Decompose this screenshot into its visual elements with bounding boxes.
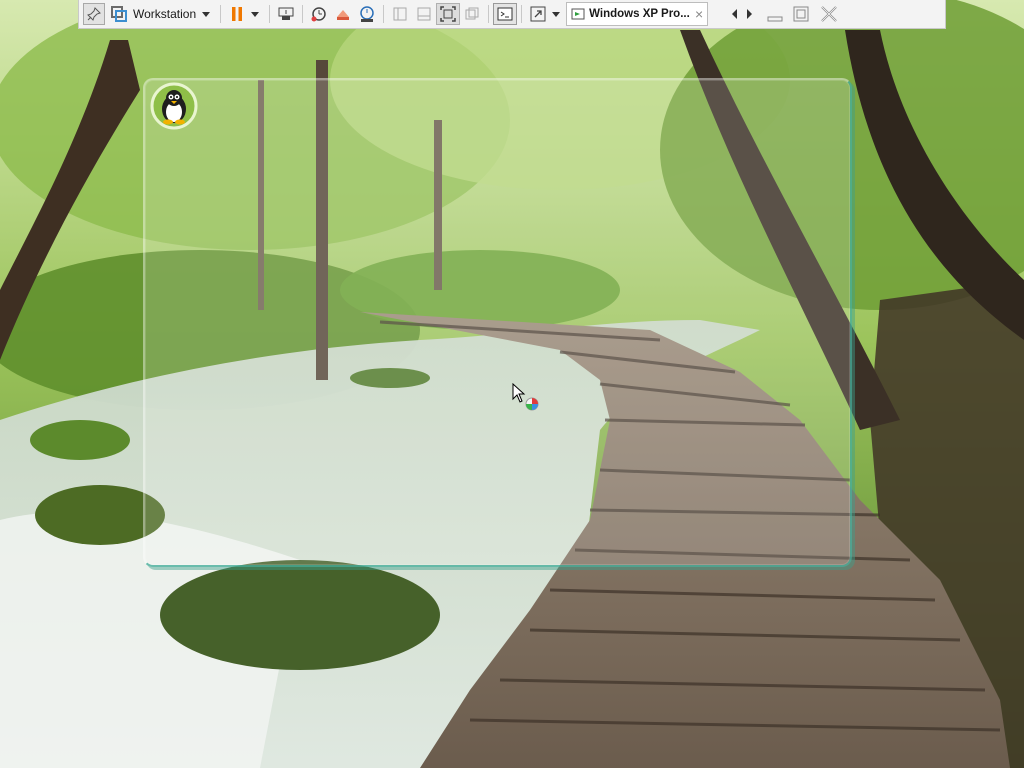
scroll-left-icon[interactable] bbox=[732, 9, 738, 19]
revert-snapshot-icon[interactable] bbox=[331, 3, 355, 25]
snapshot-manager-icon[interactable] bbox=[355, 3, 379, 25]
mouse-pointer-icon bbox=[512, 383, 526, 403]
penguin-avatar-icon[interactable] bbox=[150, 82, 198, 130]
tab-close-icon[interactable]: × bbox=[695, 6, 703, 22]
console-icon[interactable] bbox=[493, 3, 518, 25]
toolbar-divider bbox=[220, 5, 222, 23]
toolbar-divider bbox=[302, 5, 304, 23]
vmware-logo-icon bbox=[109, 3, 129, 25]
product-menu-chevron-down-icon[interactable] bbox=[202, 11, 211, 17]
busy-indicator-icon bbox=[525, 397, 539, 411]
tab-windows-xp-pro[interactable]: Windows XP Pro... × bbox=[566, 2, 709, 26]
transparent-window-frame bbox=[143, 78, 852, 567]
toolbar-divider bbox=[383, 5, 385, 23]
send-keys-icon[interactable] bbox=[274, 3, 298, 25]
pin-icon[interactable] bbox=[83, 3, 105, 25]
stretch-icon[interactable] bbox=[526, 3, 550, 25]
unity-icon[interactable] bbox=[460, 3, 484, 25]
scroll-right-icon[interactable] bbox=[747, 9, 753, 19]
restore-icon[interactable] bbox=[788, 3, 814, 25]
power-menu-chevron-down-icon[interactable] bbox=[251, 11, 260, 17]
minimize-icon[interactable] bbox=[762, 3, 788, 25]
tab-title: Windows XP Pro... bbox=[589, 8, 690, 20]
snapshot-icon[interactable] bbox=[307, 3, 331, 25]
stretch-menu-chevron-down-icon[interactable] bbox=[552, 11, 561, 17]
fullscreen-icon[interactable] bbox=[436, 3, 461, 25]
toolbar-divider bbox=[488, 5, 490, 23]
show-thumbnail-bar-icon[interactable] bbox=[412, 3, 436, 25]
toolbar-divider bbox=[521, 5, 523, 23]
vmware-fullscreen-toolbar: Workstation Windows XP Pro... × bbox=[78, 0, 946, 29]
product-menu-label[interactable]: Workstation bbox=[133, 7, 196, 21]
close-icon[interactable] bbox=[814, 3, 844, 25]
vm-tab-icon bbox=[571, 8, 585, 20]
toolbar-divider bbox=[269, 5, 271, 23]
show-library-icon[interactable] bbox=[388, 3, 412, 25]
pause-icon[interactable] bbox=[225, 3, 249, 25]
